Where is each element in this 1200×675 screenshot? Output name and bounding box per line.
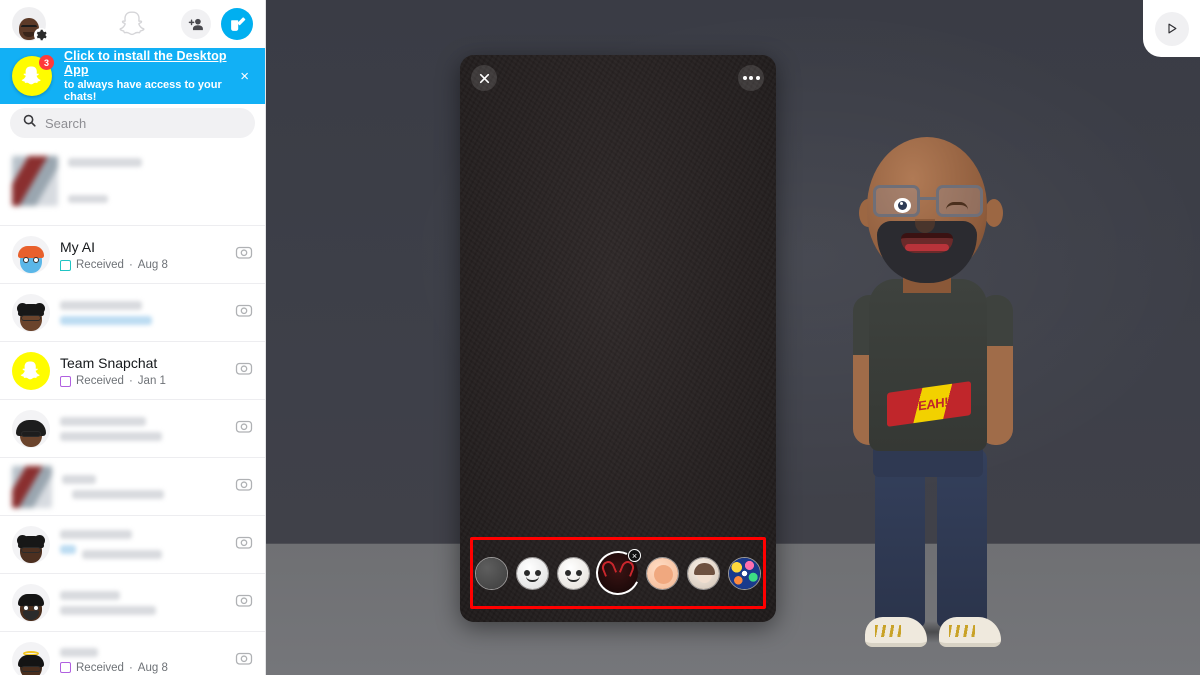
- snapchat-web-app: 3 Click to install the Desktop App to al…: [0, 0, 1200, 675]
- list-item[interactable]: [0, 458, 265, 516]
- chat-status: Received: [76, 259, 124, 271]
- chat-status: Received: [76, 661, 124, 674]
- list-item[interactable]: [0, 516, 265, 574]
- avatar: [12, 293, 50, 332]
- chat-status-icon: [60, 375, 71, 387]
- camera-icon[interactable]: [235, 591, 253, 614]
- sidebar-header: [0, 0, 265, 48]
- avatar-shoe-right: [939, 617, 1001, 647]
- camera-icon[interactable]: [235, 649, 253, 672]
- avatar: [12, 641, 50, 675]
- chat-separator: ·: [128, 661, 133, 674]
- chat-status-icon: [60, 259, 71, 271]
- avatar-glasses: [873, 185, 983, 219]
- banner-close-button[interactable]: ×: [232, 69, 257, 84]
- search-icon: [22, 113, 37, 133]
- avatar: [12, 583, 50, 622]
- header-actions: [181, 8, 253, 40]
- camera-icon[interactable]: [235, 533, 253, 556]
- list-item[interactable]: My AI Received · Aug 8: [0, 226, 265, 284]
- lens-carousel: ×: [470, 537, 766, 609]
- snapchat-ghost-logo: [118, 9, 148, 39]
- play-panel: [1143, 0, 1200, 57]
- avatar: [12, 525, 50, 564]
- chat-separator: ·: [128, 375, 133, 387]
- more-options-icon[interactable]: [738, 65, 764, 91]
- camera-icon[interactable]: [235, 301, 253, 324]
- camera-modal: ×: [460, 55, 776, 622]
- chat-time: Aug 8: [137, 259, 168, 271]
- chat-name: My AI: [60, 239, 96, 255]
- chat-time: Jan 1: [137, 375, 166, 387]
- sidebar: 3 Click to install the Desktop App to al…: [0, 0, 266, 675]
- play-button[interactable]: [1154, 11, 1189, 46]
- new-chat-button[interactable]: [221, 8, 253, 40]
- banner-title[interactable]: Click to install the Desktop App: [64, 49, 232, 77]
- lens-item-doll[interactable]: [687, 556, 720, 590]
- chat-list: My AI Received · Aug 8 Team Snapchat Rec…: [0, 144, 265, 675]
- avatar-mouth: [901, 233, 953, 253]
- list-item[interactable]: [0, 400, 265, 458]
- lens-item-peach[interactable]: [646, 556, 679, 590]
- avatar: [12, 235, 50, 274]
- chat-status-icon: [60, 662, 71, 673]
- add-friend-button[interactable]: [181, 9, 211, 39]
- lens-item-white-face[interactable]: [516, 556, 549, 590]
- list-item[interactable]: Received · Aug 8: [0, 632, 265, 675]
- gear-icon[interactable]: [34, 28, 48, 42]
- lens-remove-button[interactable]: ×: [628, 549, 641, 562]
- avatar: [12, 351, 50, 390]
- chat-status: Received: [76, 375, 124, 387]
- search-box[interactable]: [10, 108, 255, 138]
- chat-meta: My AI Received · Aug 8: [60, 238, 225, 271]
- camera-icon[interactable]: [235, 359, 253, 382]
- bitmoji-avatar-figure: YEAH!: [831, 137, 1031, 647]
- lens-item-smile-face[interactable]: [557, 556, 590, 590]
- list-item[interactable]: [0, 144, 265, 226]
- chat-name: Team Snapchat: [60, 355, 158, 371]
- camera-icon[interactable]: [235, 243, 253, 266]
- banner-text: Click to install the Desktop App to alwa…: [64, 49, 232, 103]
- camera-icon[interactable]: [235, 417, 253, 440]
- lens-item-confetti[interactable]: [728, 556, 761, 590]
- banner-subtitle: to always have access to your chats!: [64, 79, 222, 103]
- lens-item-demon[interactable]: ×: [589, 544, 647, 602]
- search-container: [0, 104, 265, 144]
- list-item[interactable]: Team Snapchat Received · Jan 1: [0, 342, 265, 400]
- chat-meta: Team Snapchat Received · Jan 1: [60, 354, 225, 387]
- search-input[interactable]: [45, 115, 243, 131]
- profile-avatar[interactable]: [12, 7, 48, 42]
- chat-meta: Received · Aug 8: [60, 647, 225, 674]
- avatar-shoe-left: [865, 617, 927, 647]
- camera-icon[interactable]: [235, 475, 253, 498]
- main-stage: YEAH! ×: [266, 0, 1200, 675]
- notification-badge: 3: [39, 55, 54, 70]
- banner-icon: 3: [8, 52, 56, 100]
- close-icon[interactable]: [471, 65, 497, 91]
- list-item[interactable]: [0, 574, 265, 632]
- chat-separator: ·: [128, 259, 133, 271]
- avatar: [12, 409, 50, 448]
- lens-item-no-lens[interactable]: [475, 556, 508, 590]
- chat-time: Aug 8: [137, 661, 168, 674]
- list-item[interactable]: [0, 284, 265, 342]
- desktop-app-banner[interactable]: 3 Click to install the Desktop App to al…: [0, 48, 265, 104]
